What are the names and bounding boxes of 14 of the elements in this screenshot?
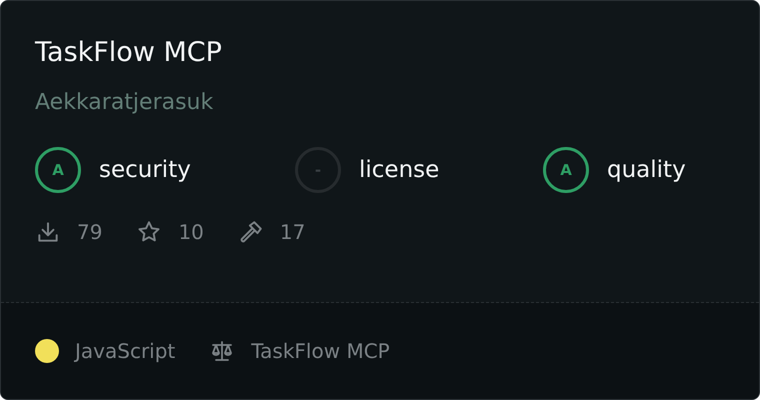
stat-count: 79: [77, 220, 102, 244]
grade-badge: -: [295, 147, 341, 193]
grade-badge: A: [543, 147, 589, 193]
language-name: JavaScript: [75, 339, 176, 363]
grade-badge: A: [35, 147, 81, 193]
author-name: Aekkaratjerasuk: [35, 89, 214, 117]
score-label: security: [99, 157, 191, 183]
license-name: TaskFlow MCP: [251, 339, 390, 363]
score-label: license: [359, 157, 440, 183]
hammer-icon: [238, 219, 264, 245]
score-label: quality: [607, 157, 686, 183]
stat-count: 10: [178, 220, 204, 244]
stat-count: 17: [280, 220, 306, 244]
server-title[interactable]: TaskFlow MCP: [35, 31, 725, 75]
